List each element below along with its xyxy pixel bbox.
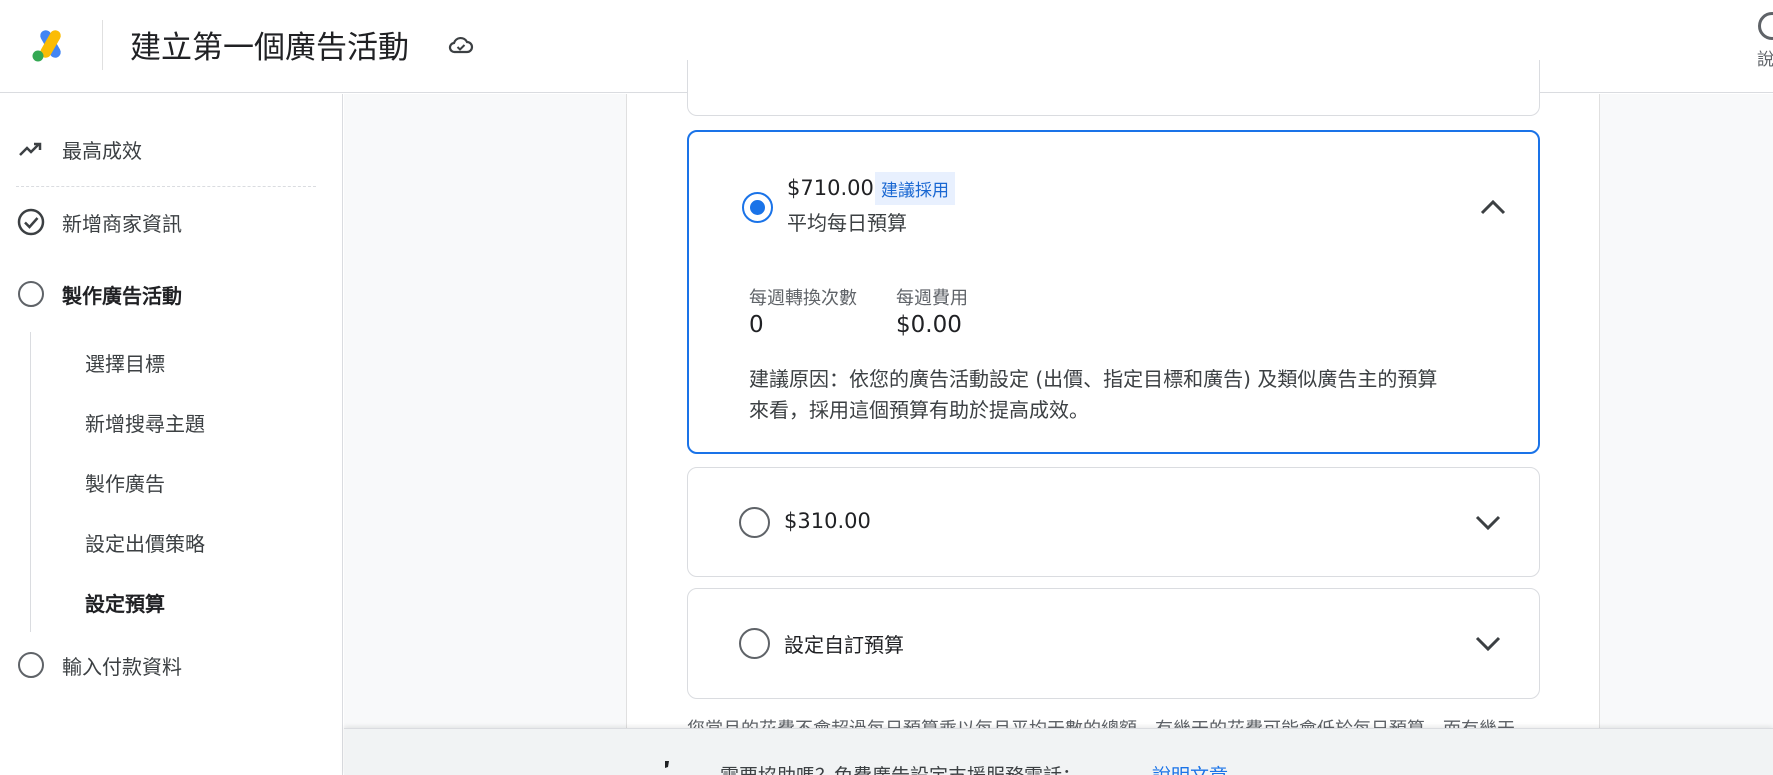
substep-connector: [30, 332, 31, 632]
sidebar-divider: [16, 186, 316, 187]
weekly-cost-label: 每週費用: [896, 288, 968, 309]
check-circle-icon: [16, 207, 46, 237]
sidebar-step-label: 輸入付款資料: [62, 654, 182, 679]
chevron-up-icon[interactable]: [1478, 197, 1508, 217]
substep-bidding-strategy[interactable]: 設定出價策略: [85, 528, 205, 557]
help-label: 說: [1757, 50, 1773, 70]
radio-unselected[interactable]: [739, 507, 770, 538]
budget-option-custom[interactable]: 設定自訂預算: [687, 588, 1540, 699]
cloud-saved-icon[interactable]: [448, 34, 474, 56]
budget-amount: $710.00: [787, 176, 874, 200]
budget-amount: $310.00: [784, 509, 871, 533]
sidebar: 最高成效 新增商家資訊 製作廣告活動 選擇目標 新增搜尋主題 製作廣告 設定出價…: [0, 94, 343, 775]
budget-option-recommended[interactable]: $710.00 建議採用 平均每日預算 每週轉換次數 0 每週費用 $0.00 …: [687, 130, 1540, 454]
recommended-badge: 建議採用: [875, 172, 955, 205]
chevron-down-icon[interactable]: [1473, 634, 1503, 654]
sidebar-item-label: 最高成效: [62, 138, 142, 163]
help-button[interactable]: 說: [1750, 10, 1773, 70]
trending-icon: [16, 134, 46, 164]
sidebar-step-payment[interactable]: 輸入付款資料: [16, 650, 182, 680]
radio-unselected[interactable]: [739, 628, 770, 659]
substep-set-budget[interactable]: 設定預算: [85, 588, 165, 617]
previous-card: [687, 60, 1540, 116]
sidebar-step-create-campaign[interactable]: 製作廣告活動: [16, 279, 182, 309]
substep-add-search-themes[interactable]: 新增搜尋主題: [85, 408, 205, 437]
help-message: 需要協助嗎？免費廣告設定支援服務電話：: [720, 761, 1081, 775]
phone-icon: [665, 761, 669, 768]
sidebar-step-label: 新增商家資訊: [62, 211, 182, 236]
help-bar: 需要協助嗎？免費廣告設定支援服務電話： 說明文章: [344, 728, 1773, 775]
sidebar-step-label: 製作廣告活動: [62, 283, 182, 308]
weekly-conversions-label: 每週轉換次數: [749, 288, 857, 309]
sidebar-step-business-info[interactable]: 新增商家資訊: [16, 207, 182, 237]
budget-subtitle: 平均每日預算: [787, 211, 907, 235]
circle-outline-icon: [16, 650, 46, 680]
chevron-down-icon[interactable]: [1473, 513, 1503, 533]
reason-line: 來看，採用這個預算有助於提高成效。: [749, 398, 1089, 422]
header-divider: [102, 20, 103, 70]
weekly-cost-value: $0.00: [896, 312, 962, 338]
budget-option-310[interactable]: $310.00: [687, 467, 1540, 577]
custom-budget-label: 設定自訂預算: [784, 633, 904, 657]
sidebar-item-top-performance[interactable]: 最高成效: [16, 134, 142, 164]
google-ads-logo-icon[interactable]: [30, 28, 70, 62]
radio-selected[interactable]: [742, 192, 773, 223]
substep-choose-goal[interactable]: 選擇目標: [85, 348, 165, 377]
page-title: 建立第一個廣告活動: [130, 30, 409, 66]
reason-line: 建議原因：依您的廣告活動設定 (出價、指定目標和廣告) 及類似廣告主的預算: [749, 367, 1438, 391]
help-icon: [1758, 12, 1773, 40]
substep-create-ad[interactable]: 製作廣告: [85, 468, 165, 497]
circle-outline-icon: [16, 279, 46, 309]
recommendation-reason: 建議原因：依您的廣告活動設定 (出價、指定目標和廣告) 及類似廣告主的預算 來看…: [749, 364, 1509, 426]
weekly-conversions-value: 0: [749, 312, 764, 338]
help-article-link[interactable]: 說明文章: [1152, 761, 1228, 775]
